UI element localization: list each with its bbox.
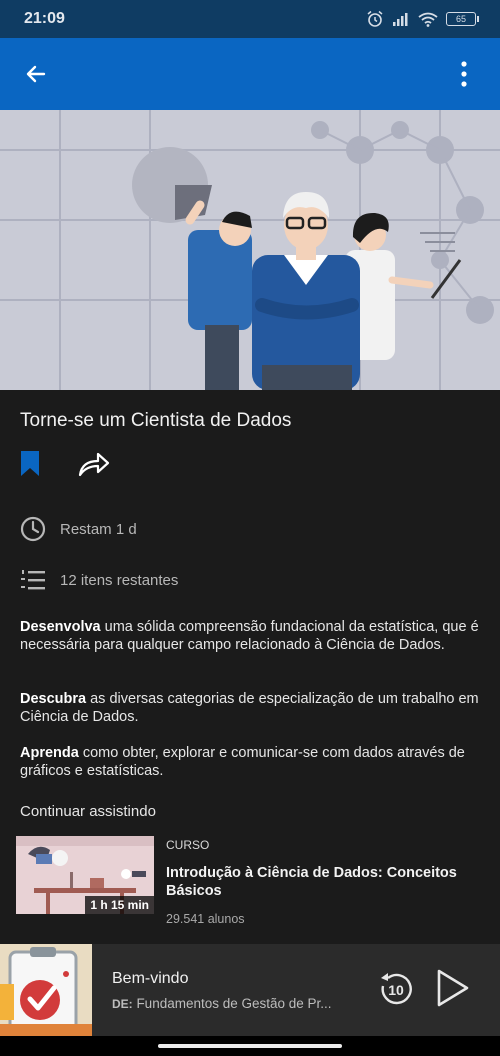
course-thumbnail: 1 h 15 min (16, 836, 154, 914)
data-scientists-illustration (0, 110, 500, 390)
time-left-row: Restam 1 d (20, 516, 137, 542)
time-left-text: Restam 1 d (60, 520, 137, 538)
rewind-button[interactable]: 10 (378, 972, 414, 1008)
status-time: 21:09 (24, 10, 65, 27)
course-card[interactable]: 1 h 15 min CURSO Introdução à Ciência de… (16, 836, 486, 931)
description-text-2: as diversas categorias de especialização… (20, 691, 479, 725)
play-icon (437, 969, 469, 1006)
battery-level: 65 (455, 14, 466, 24)
course-title: Torne-se um Cientista de Dados (20, 410, 292, 431)
battery-icon: 65 (446, 12, 479, 26)
description-text-3: como obter, explorar e comunicar-se com … (20, 745, 465, 779)
course-duration: 1 h 15 min (85, 896, 154, 914)
numbered-list-icon (21, 570, 45, 590)
share-icon (78, 452, 110, 476)
continue-watching-heading: Continuar assistindo (20, 803, 156, 820)
course-card-title: Introdução à Ciência de Dados: Conceitos… (166, 865, 457, 899)
clock-icon (20, 516, 46, 542)
course-learners: 29.541 alunos (166, 912, 245, 926)
arrow-left-icon (26, 65, 46, 83)
mini-player-source: DE: Fundamentos de Gestão de Pr... (112, 996, 362, 1011)
status-icons: 65 (366, 10, 479, 28)
items-left-row: 12 itens restantes (20, 568, 178, 592)
mini-player-controls: 10 (378, 969, 470, 1012)
mini-player-source-name: Fundamentos de Gestão de Pr... (136, 995, 332, 1011)
rewind-seconds: 10 (388, 982, 404, 998)
mini-player-title: Bem-vindo (112, 969, 189, 987)
system-nav-bar (0, 1036, 500, 1056)
mini-player-thumbnail (0, 944, 92, 1036)
play-button[interactable] (436, 969, 470, 1012)
more-options-button[interactable] (448, 58, 480, 90)
more-vertical-icon (461, 61, 467, 87)
description-paragraph-2: Descubra as diversas categorias de espec… (20, 690, 480, 726)
course-info: CURSO Introdução à Ciência de Dados: Con… (166, 836, 466, 931)
alarm-icon (367, 10, 383, 27)
course-details: Torne-se um Cientista de Dados Restam 1 … (0, 390, 500, 944)
description-paragraph-3: Aprenda como obter, explorar e comunicar… (20, 744, 480, 780)
items-left-text: 12 itens restantes (60, 571, 179, 589)
mini-player-info: Bem-vindo DE: Fundamentos de Gestão de P… (112, 970, 362, 1011)
wifi-icon (418, 12, 438, 27)
description-lead-2: Descubra (20, 691, 87, 707)
home-indicator[interactable] (158, 1044, 342, 1048)
description-lead-3: Aprenda (20, 745, 79, 761)
description-lead-1: Desenvolva (20, 619, 101, 635)
bookmark-button[interactable] (20, 450, 40, 482)
status-bar: 21:09 65 (0, 0, 500, 38)
description-paragraph-1: Desenvolva uma sólida compreensão fundac… (20, 618, 480, 654)
hero-illustration (0, 110, 500, 390)
mini-player-from-label: DE: (112, 996, 133, 1011)
bookmark-icon (21, 451, 39, 476)
share-button[interactable] (78, 451, 110, 482)
checklist-illustration (0, 944, 92, 1036)
back-button[interactable] (20, 58, 52, 90)
app-bar (0, 38, 500, 110)
course-type: CURSO (166, 838, 210, 852)
mini-player[interactable]: Bem-vindo DE: Fundamentos de Gestão de P… (0, 944, 500, 1036)
action-row (20, 450, 110, 482)
signal-icon (393, 13, 408, 26)
